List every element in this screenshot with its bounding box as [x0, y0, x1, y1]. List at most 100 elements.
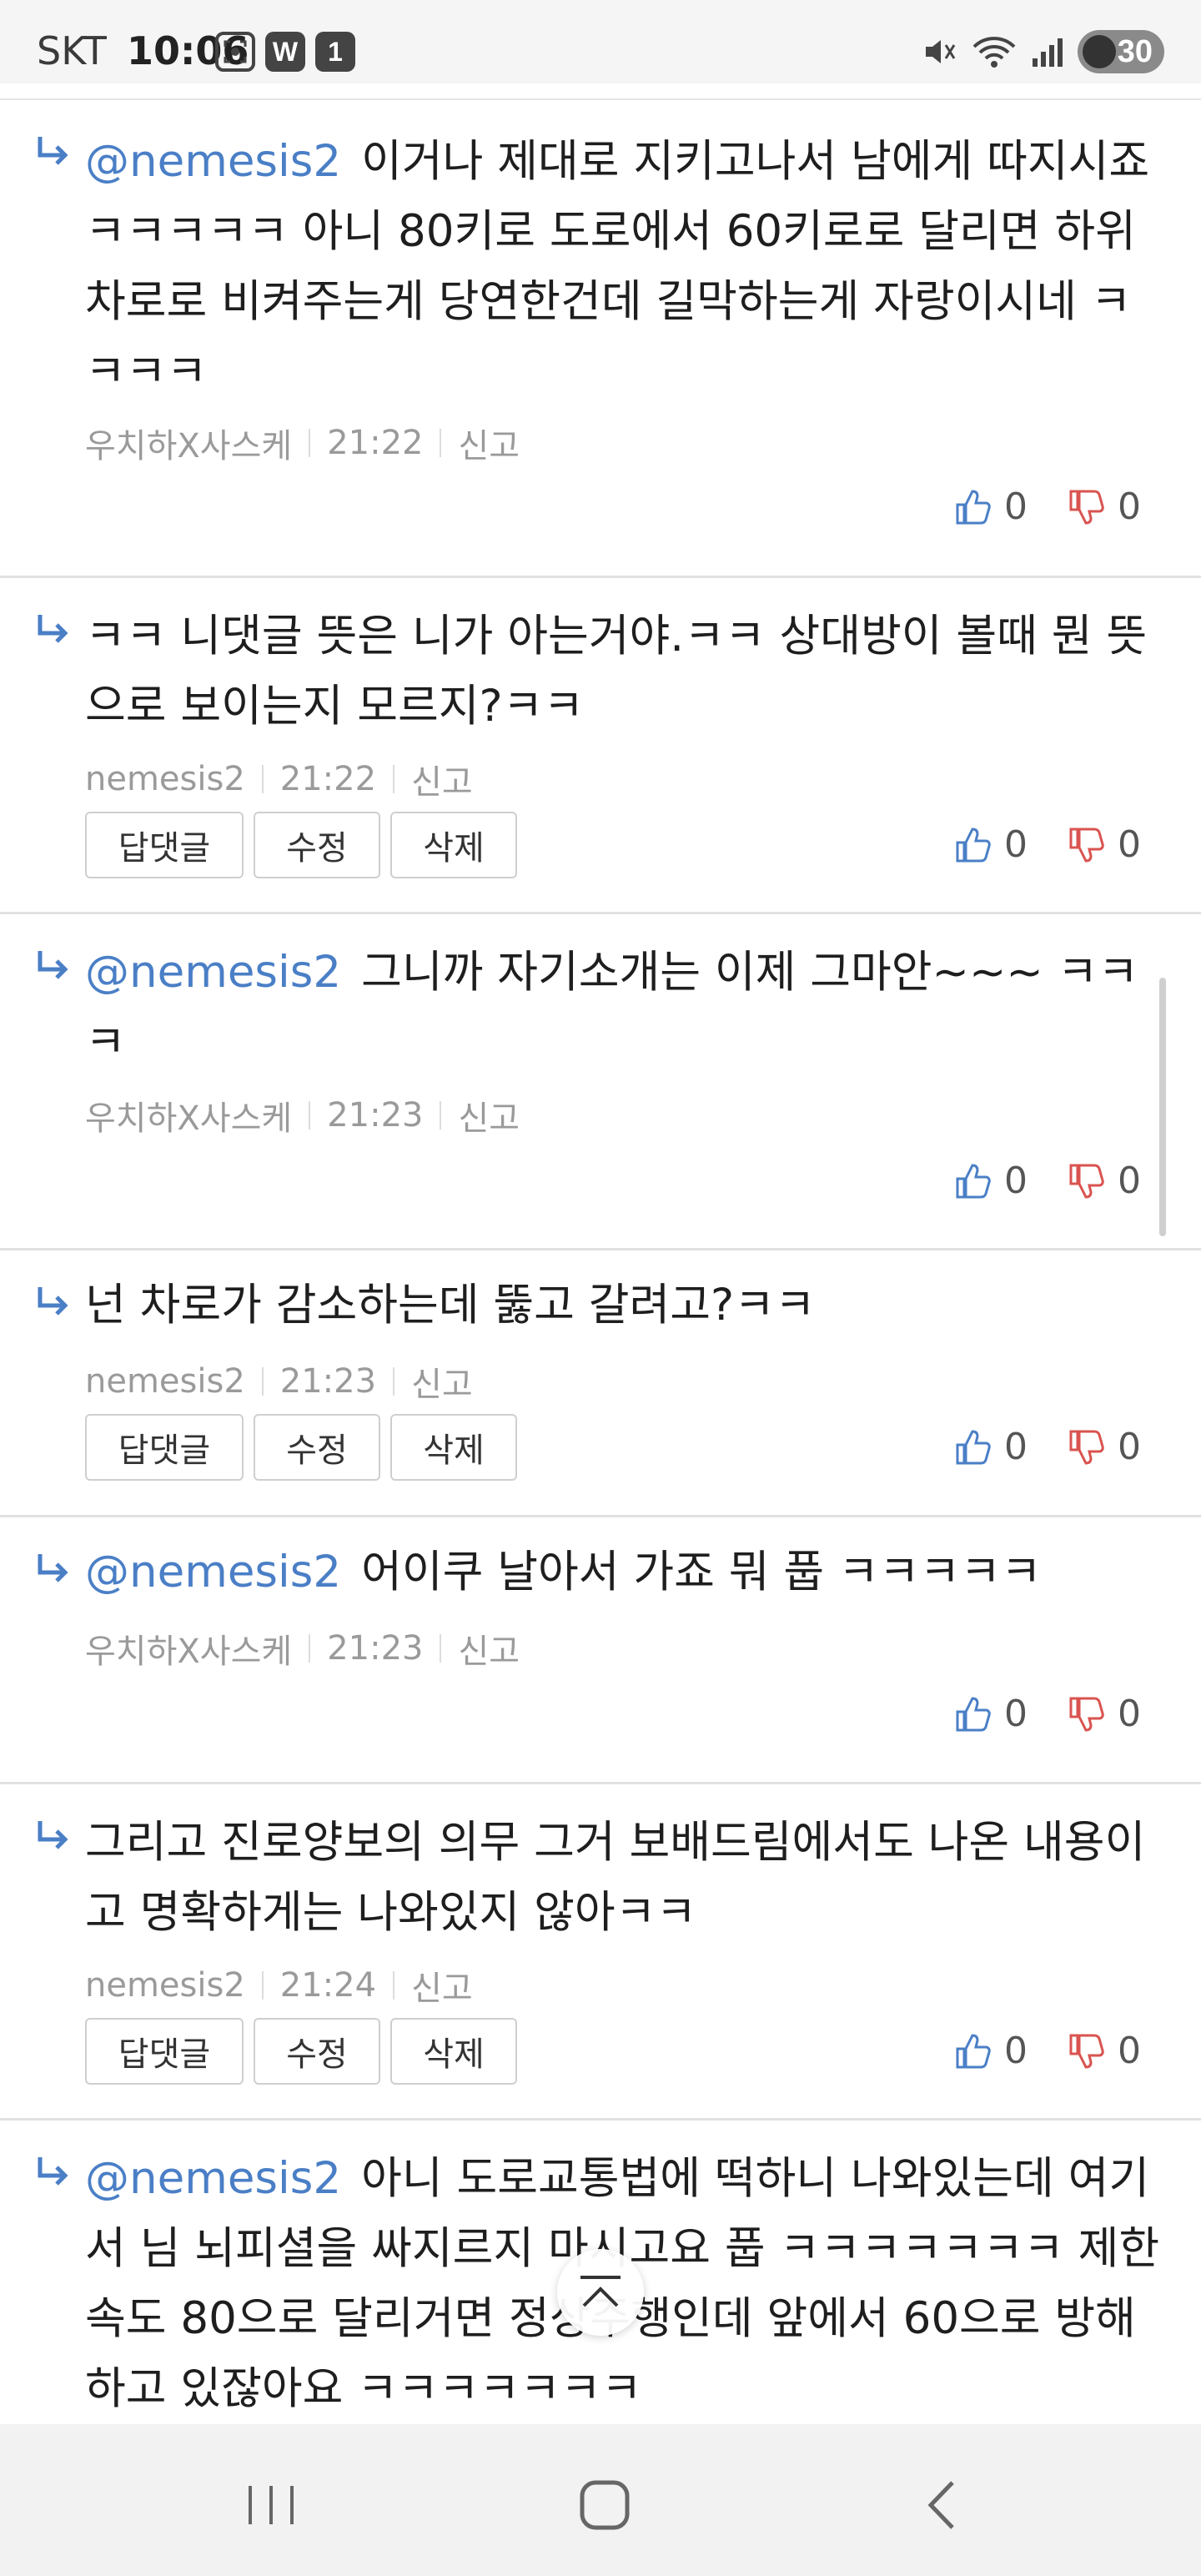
comment-author[interactable]: 우치하X사스케: [85, 1091, 292, 1140]
reply-arrow-icon: [38, 137, 68, 165]
w-app-icon: W: [265, 32, 305, 72]
report-link[interactable]: 신고: [458, 1624, 520, 1673]
scroll-to-top-button[interactable]: [557, 2249, 644, 2336]
like-count: 0: [1004, 486, 1028, 528]
report-link[interactable]: 신고: [458, 419, 520, 467]
comment-item: @nemesis2 이거나 제대로 지키고나서 남에게 따지시죠 ㅋㅋㅋㅋㅋ 아니…: [0, 100, 1201, 578]
meta-divider: [393, 1367, 395, 1396]
delete-button[interactable]: 삭제: [390, 812, 517, 878]
scrollbar[interactable]: [1159, 978, 1166, 1236]
edit-button[interactable]: 수정: [254, 1414, 380, 1481]
meta-divider: [440, 1634, 442, 1663]
comment-meta: 우치하X사스케 21:23 신고: [85, 1091, 520, 1140]
comment-item: 넌 차로가 감소하는데 뚫고 갈려고?ㅋㅋ nemesis2 21:23 신고 …: [0, 1250, 1201, 1517]
dislike-count: 0: [1118, 823, 1141, 866]
thumbs-down-icon: [1069, 2034, 1104, 2069]
like-button[interactable]: 0: [954, 486, 1028, 528]
comment-time: 21:23: [327, 1096, 424, 1135]
dislike-button[interactable]: 0: [1068, 1426, 1141, 1468]
dislike-button[interactable]: 0: [1068, 1160, 1141, 1202]
meta-divider: [261, 765, 264, 793]
meta-divider: [393, 765, 395, 793]
thumbs-down-icon: [1069, 828, 1104, 863]
thumbs-up-icon: [956, 827, 991, 862]
like-count: 0: [1004, 1426, 1028, 1468]
comment-item: @nemesis2 그니까 자기소개는 이제 그마안~~~ ㅋㅋㅋ 우치하X사스케…: [0, 914, 1201, 1250]
like-button[interactable]: 0: [954, 823, 1028, 866]
dislike-button[interactable]: 0: [1068, 1693, 1141, 1735]
like-button[interactable]: 0: [954, 1693, 1028, 1735]
comment-actions: 답댓글 수정 삭제: [85, 1414, 517, 1481]
thumbs-up-icon: [956, 1696, 991, 1731]
comment-mention[interactable]: @nemesis2: [85, 136, 341, 187]
delete-button[interactable]: 삭제: [390, 1414, 517, 1481]
edit-button[interactable]: 수정: [254, 812, 380, 878]
system-nav-bar: [0, 2424, 1201, 2576]
report-link[interactable]: 신고: [411, 755, 473, 803]
back-icon[interactable]: [914, 2476, 972, 2534]
comment-text-block: 넌 차로가 감소하는데 뚫고 갈려고?ㅋㅋ: [85, 1270, 1161, 1341]
meta-divider: [393, 1971, 395, 2000]
thumbs-up-icon: [956, 489, 991, 524]
signal-icon: [1033, 38, 1063, 67]
battery-saver-icon: [1083, 35, 1116, 68]
comment-author[interactable]: nemesis2: [85, 760, 245, 798]
vote-bar: 0 0: [954, 1160, 1141, 1202]
comment-text: 그리고 진로양보의 의무 그거 보배드림에서도 나온 내용이고 명확하게는 나와…: [85, 1817, 1146, 1938]
comment-item: @nemesis2 어이쿠 날아서 가죠 뭐 풉 ㅋㅋㅋㅋㅋ 우치하X사스케 21…: [0, 1517, 1201, 1784]
report-link[interactable]: 신고: [411, 1357, 473, 1406]
notification-count-icon: 1: [315, 32, 355, 72]
battery-level: 30: [1117, 33, 1153, 69]
comment-author[interactable]: 우치하X사스케: [85, 1624, 292, 1673]
comment-mention[interactable]: @nemesis2: [85, 947, 341, 998]
comment-mention[interactable]: @nemesis2: [85, 1547, 341, 1597]
delete-button[interactable]: 삭제: [390, 2018, 517, 2085]
edit-button[interactable]: 수정: [254, 2018, 380, 2085]
comment-actions: 답댓글 수정 삭제: [85, 2018, 517, 2085]
dislike-count: 0: [1118, 1426, 1141, 1468]
dislike-button[interactable]: 0: [1068, 486, 1141, 528]
comment-meta: nemesis2 21:24 신고: [85, 1961, 473, 2010]
chevron-up-icon: [580, 2276, 621, 2307]
reply-arrow-icon: [38, 1821, 68, 1849]
dislike-count: 0: [1118, 486, 1141, 528]
comment-mention[interactable]: @nemesis2: [85, 2153, 341, 2204]
thumbs-up-icon: [956, 2033, 991, 2068]
vote-bar: 0 0: [954, 486, 1141, 528]
dislike-button[interactable]: 0: [1068, 823, 1141, 866]
comment-text: ㅋㅋ 니댓글 뜻은 니가 아는거야.ㅋㅋ 상대방이 볼때 뭔 뜻으로 보이는지 …: [85, 611, 1148, 732]
dislike-count: 0: [1118, 2030, 1141, 2072]
comment-time: 21:22: [279, 760, 377, 798]
meta-divider: [261, 1367, 264, 1396]
comment-author[interactable]: nemesis2: [85, 1362, 245, 1401]
like-count: 0: [1004, 2030, 1028, 2072]
like-count: 0: [1004, 1160, 1028, 1202]
like-count: 0: [1004, 1693, 1028, 1735]
vote-bar: 0 0: [954, 1426, 1141, 1468]
comment-author[interactable]: nemesis2: [85, 1966, 245, 2005]
vote-bar: 0 0: [954, 2030, 1141, 2072]
comment-item: ㅋㅋ 니댓글 뜻은 니가 아는거야.ㅋㅋ 상대방이 볼때 뭔 뜻으로 보이는지 …: [0, 578, 1201, 914]
reply-button[interactable]: 답댓글: [85, 2018, 244, 2085]
meta-divider: [309, 1101, 311, 1130]
comment-text-block: @nemesis2 어이쿠 날아서 가죠 뭐 풉 ㅋㅋㅋㅋㅋ: [85, 1537, 1161, 1607]
like-button[interactable]: 0: [954, 2030, 1028, 2072]
like-button[interactable]: 0: [954, 1160, 1028, 1202]
recent-apps-icon[interactable]: [242, 2476, 300, 2534]
vote-bar: 0 0: [954, 823, 1141, 866]
meta-divider: [309, 429, 311, 457]
reply-button[interactable]: 답댓글: [85, 1414, 244, 1481]
reply-button[interactable]: 답댓글: [85, 812, 244, 878]
dislike-count: 0: [1118, 1693, 1141, 1735]
report-link[interactable]: 신고: [458, 1091, 520, 1140]
comment-time: 21:24: [279, 1966, 377, 2005]
like-button[interactable]: 0: [954, 1426, 1028, 1468]
home-icon[interactable]: [575, 2476, 634, 2534]
dislike-button[interactable]: 0: [1068, 2030, 1141, 2072]
report-link[interactable]: 신고: [411, 1961, 473, 2010]
comment-text-block: @nemesis2 이거나 제대로 지키고나서 남에게 따지시죠 ㅋㅋㅋㅋㅋ 아니…: [85, 127, 1161, 407]
thumbs-up-icon: [956, 1429, 991, 1464]
comment-author[interactable]: 우치하X사스케: [85, 419, 292, 467]
meta-divider: [440, 429, 442, 457]
comment-text-block: 그리고 진로양보의 의무 그거 보배드림에서도 나온 내용이고 명확하게는 나와…: [85, 1808, 1161, 1948]
